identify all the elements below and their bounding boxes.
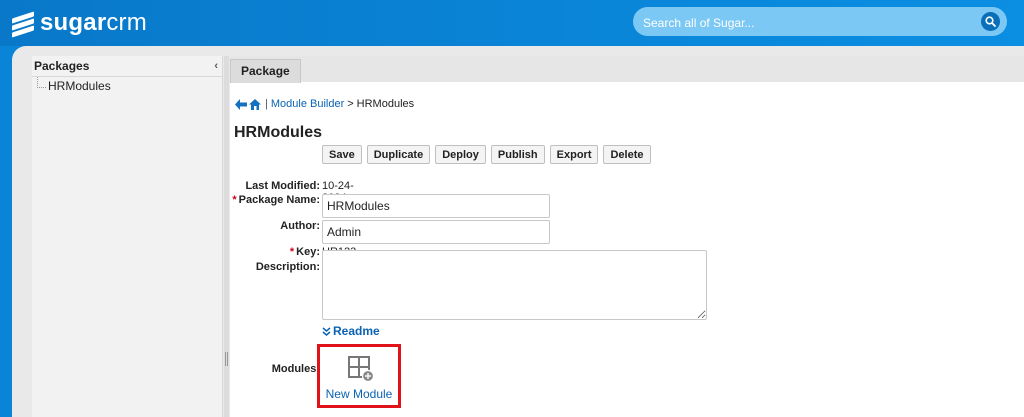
main-frame: Packages ‹ HRModules Package | Module Bu… — [12, 46, 1024, 417]
deploy-button[interactable]: Deploy — [435, 145, 486, 164]
breadcrumb-separator-arrow: > — [347, 98, 354, 110]
last-modified-label: Last Modified: — [245, 180, 320, 192]
packages-panel-header: Packages ‹ — [32, 56, 222, 77]
author-label: Author: — [280, 220, 320, 232]
breadcrumb-current: HRModules — [356, 98, 415, 110]
back-arrow-icon[interactable] — [234, 98, 248, 111]
panel-splitter[interactable] — [224, 56, 229, 417]
new-module-label: New Module — [325, 387, 393, 401]
readme-toggle[interactable]: Readme — [322, 324, 380, 338]
packages-panel: Packages ‹ HRModules — [32, 56, 223, 417]
tree-connector — [37, 77, 46, 88]
save-button[interactable]: Save — [322, 145, 362, 164]
search-button[interactable] — [981, 12, 1000, 31]
tree-item-label: HRModules — [48, 79, 111, 93]
sugarcrm-logo[interactable]: sugarcrm — [12, 9, 147, 38]
package-name-input[interactable] — [322, 194, 550, 218]
global-search — [633, 7, 1007, 38]
packages-panel-title: Packages — [34, 59, 90, 73]
new-module-button[interactable]: New Module — [320, 347, 398, 405]
search-icon — [985, 16, 996, 27]
action-toolbar: Save Duplicate Deploy Publish Export Del… — [322, 145, 651, 164]
global-search-input[interactable] — [633, 7, 975, 38]
key-label: * Key: — [289, 246, 320, 258]
new-module-icon — [348, 356, 375, 383]
description-textarea[interactable] — [322, 250, 707, 320]
breadcrumb-separator: | — [265, 98, 268, 110]
export-button[interactable]: Export — [549, 145, 599, 164]
package-name-label: * Package Name: — [232, 194, 320, 206]
publish-button[interactable]: Publish — [490, 145, 545, 164]
logo-wordmark: sugarcrm — [40, 9, 147, 37]
duplicate-button[interactable]: Duplicate — [366, 145, 431, 164]
package-panel: Package | Module Builder > HRModules HRM… — [230, 56, 1024, 417]
readme-label: Readme — [333, 324, 380, 338]
modules-label: Modules: — [271, 363, 320, 375]
delete-button[interactable]: Delete — [603, 145, 651, 164]
new-module-highlight: New Module — [317, 344, 401, 408]
tree-item-hrmodules[interactable]: HRModules — [32, 77, 222, 95]
top-header: sugarcrm — [0, 0, 1024, 46]
required-marker: * — [289, 246, 295, 258]
page-title: HRModules — [234, 124, 322, 141]
tab-package[interactable]: Package — [230, 59, 301, 83]
logo-text-light: crm — [106, 9, 147, 36]
author-input[interactable] — [322, 220, 550, 244]
home-icon[interactable] — [248, 98, 262, 111]
double-chevron-down-icon — [322, 326, 331, 336]
logo-text-bold: sugar — [40, 9, 107, 36]
tab-bar: Package — [230, 56, 1024, 83]
sugarcrm-logo-icon — [12, 11, 34, 38]
collapse-panel-icon[interactable]: ‹ — [214, 56, 218, 76]
breadcrumb: | Module Builder > HRModules — [234, 96, 414, 112]
required-marker: * — [232, 194, 237, 206]
breadcrumb-link-module-builder[interactable]: Module Builder — [271, 98, 344, 110]
description-label: Description: — [255, 261, 320, 273]
splitter-grip-icon[interactable] — [225, 352, 228, 366]
